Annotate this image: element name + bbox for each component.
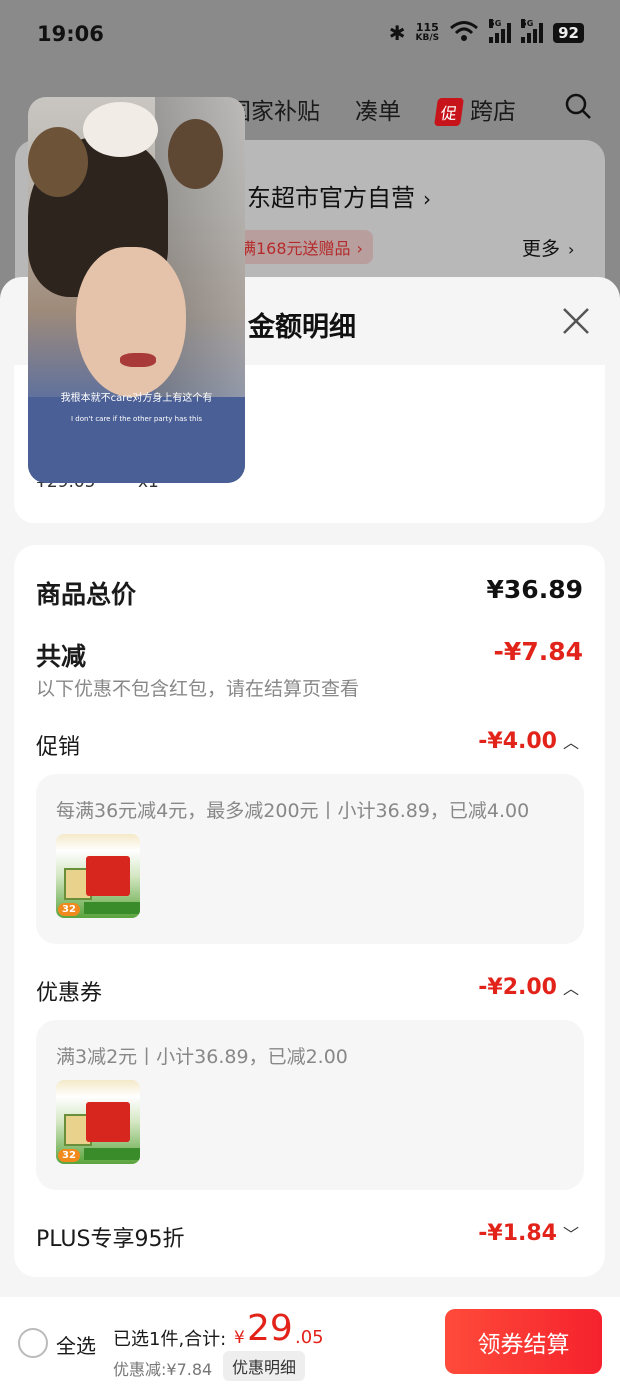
reduction-value: -¥7.84 bbox=[493, 637, 583, 666]
close-icon[interactable] bbox=[560, 305, 592, 337]
net-speed: 115 KB/S bbox=[416, 22, 440, 44]
product-thumbnail[interactable]: 32 bbox=[56, 834, 140, 918]
total-value: ¥36.89 bbox=[486, 575, 583, 604]
signal-label: 5G bbox=[521, 19, 534, 28]
total-label: 商品总价 bbox=[36, 580, 137, 609]
coupon-label: 优惠券 bbox=[36, 981, 103, 1006]
product-image bbox=[84, 902, 140, 914]
thumbnail-tag: 32 bbox=[58, 903, 80, 916]
chevron-right-icon: › bbox=[568, 240, 575, 259]
nav-item-label: 跨店 bbox=[470, 99, 517, 125]
promo-badge: 促 bbox=[434, 98, 464, 126]
video-frame bbox=[83, 102, 158, 157]
promotion-label: 促销 bbox=[36, 735, 81, 760]
chevron-down-icon: ﹀ bbox=[562, 1225, 579, 1244]
more-link[interactable]: 更多 › bbox=[522, 234, 574, 261]
total-amount-dec: .05 bbox=[295, 1327, 324, 1348]
coupon-value: -¥2.00 bbox=[478, 975, 557, 1000]
store-name-text: 东超市官方自营 bbox=[247, 184, 415, 212]
wifi-icon bbox=[449, 20, 479, 46]
video-subtitle: 我根本就不care对方身上有这个有 bbox=[60, 393, 213, 404]
signal-icon: 5G bbox=[489, 19, 512, 43]
store-promo-text: 满168元送赠品 bbox=[240, 239, 351, 258]
signal-label: 5G bbox=[489, 19, 502, 28]
promotion-row-toggle[interactable]: -¥4.00 ︿ bbox=[478, 729, 579, 754]
chevron-up-icon: ︿ bbox=[562, 979, 579, 998]
promotion-detail-box: 每满36元减4元，最多减200元丨小计36.89，已减4.00 32 bbox=[36, 774, 584, 944]
status-bar: 19:06 ✱ 115 KB/S 5G 5G 92 bbox=[0, 0, 620, 72]
product-image bbox=[86, 1102, 130, 1142]
pip-video-window[interactable]: 我根本就不care对方身上有这个有 I don't care if the ot… bbox=[28, 97, 245, 483]
total-currency: ¥ bbox=[234, 1328, 245, 1348]
bluetooth-icon: ✱ bbox=[388, 21, 406, 45]
plus-label: PLUS专享95折 bbox=[36, 1227, 185, 1252]
product-image bbox=[84, 1148, 140, 1160]
video-frame bbox=[76, 247, 186, 397]
product-thumbnail[interactable]: 32 bbox=[56, 1080, 140, 1164]
video-frame bbox=[120, 353, 156, 367]
chevron-up-icon: ︿ bbox=[562, 733, 579, 752]
reduction-label: 共减 bbox=[36, 642, 87, 671]
coupon-detail-box: 满3减2元丨小计36.89，已减2.00 32 bbox=[36, 1020, 584, 1190]
product-image bbox=[86, 856, 130, 896]
discount-detail-button[interactable]: 优惠明细 bbox=[223, 1351, 306, 1381]
chevron-right-icon: › bbox=[356, 239, 363, 258]
promotion-value: -¥4.00 bbox=[478, 729, 557, 754]
select-all-label[interactable]: 全选 bbox=[56, 1330, 96, 1359]
more-text: 更多 bbox=[522, 238, 561, 260]
selected-summary: 已选1件,合计: bbox=[113, 1329, 227, 1350]
sheet-title: 金额明细 bbox=[248, 312, 356, 343]
net-speed-value: 115 bbox=[415, 21, 439, 34]
status-icons: ✱ 115 KB/S 5G 5G 92 bbox=[388, 19, 584, 46]
plus-row-toggle[interactable]: -¥1.84 ﹀ bbox=[478, 1221, 579, 1246]
checkout-button[interactable]: 领券结算 bbox=[445, 1309, 602, 1374]
promotion-detail-text: 每满36元减4元，最多减200元丨小计36.89，已减4.00 bbox=[56, 800, 530, 822]
discount-note: 以下优惠不包含红包，请在结算页查看 bbox=[36, 678, 360, 700]
status-time: 19:06 bbox=[37, 22, 104, 46]
net-speed-unit: KB/S bbox=[415, 33, 440, 43]
store-name[interactable]: 东超市官方自营 › bbox=[247, 178, 431, 213]
plus-value: -¥1.84 bbox=[478, 1221, 557, 1246]
video-subtitle-en: I don't care if the other party has this bbox=[70, 415, 203, 423]
nav-item-add-on[interactable]: 凑单 bbox=[355, 92, 401, 126]
chevron-right-icon: › bbox=[423, 187, 431, 211]
video-frame bbox=[28, 127, 88, 197]
search-icon[interactable] bbox=[564, 92, 592, 124]
nav-item-cross-store[interactable]: 促跨店 bbox=[434, 92, 517, 126]
select-all-radio[interactable] bbox=[18, 1328, 48, 1358]
coupon-detail-text: 满3减2元丨小计36.89，已减2.00 bbox=[56, 1046, 348, 1068]
video-frame bbox=[28, 397, 245, 483]
signal-icon: 5G bbox=[521, 19, 544, 43]
discount-summary: 优惠减:¥7.84 bbox=[113, 1360, 213, 1379]
store-promo[interactable]: 满168元送赠品 › bbox=[230, 230, 373, 264]
video-frame bbox=[168, 119, 223, 189]
thumbnail-tag: 32 bbox=[58, 1149, 80, 1162]
total-amount-int: 29 bbox=[247, 1308, 293, 1349]
coupon-row-toggle[interactable]: -¥2.00 ︿ bbox=[478, 975, 579, 1000]
battery-icon: 92 bbox=[553, 23, 584, 43]
